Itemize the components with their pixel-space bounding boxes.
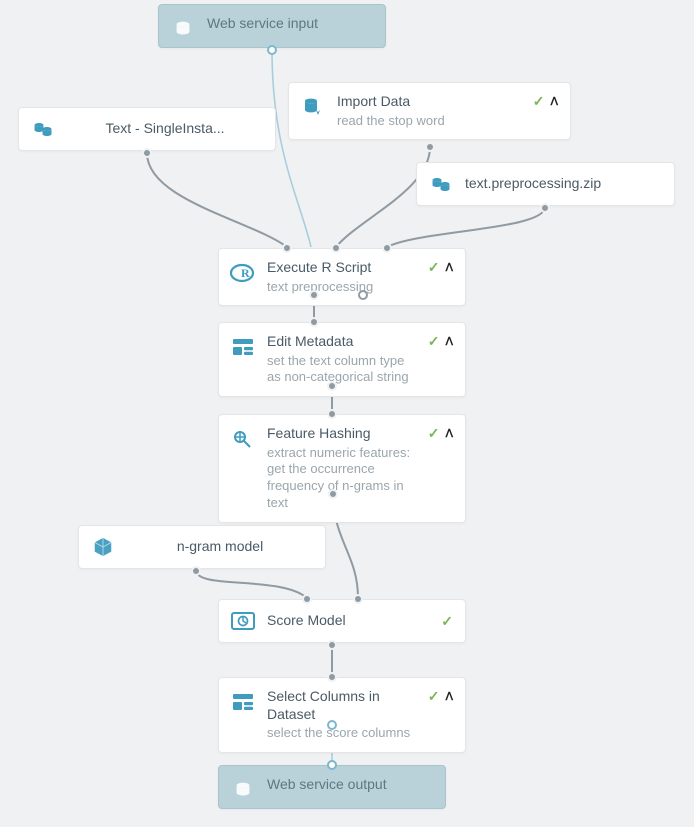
- node-title: Web service output: [267, 776, 433, 794]
- node-title: Import Data: [337, 93, 525, 111]
- node-title: Score Model: [267, 612, 433, 630]
- status-check-icon: ✓: [428, 333, 440, 350]
- dataset-icon: [29, 115, 57, 143]
- feature-hashing-icon: [229, 425, 257, 453]
- port-editmeta-out[interactable]: [327, 381, 337, 391]
- port-execr-in2[interactable]: [331, 243, 341, 253]
- node-text-singleinstance[interactable]: Text - SingleInsta...: [18, 107, 276, 151]
- node-web-service-output[interactable]: Web service output: [218, 765, 446, 809]
- port-execr-in3[interactable]: [382, 243, 392, 253]
- port-text-single-out[interactable]: [142, 148, 152, 158]
- node-title: n-gram model: [127, 538, 313, 556]
- node-title: text.preprocessing.zip: [465, 175, 662, 193]
- collapse-chevron-icon[interactable]: ᐱ: [445, 690, 453, 703]
- node-text-preprocessing-zip[interactable]: text.preprocessing.zip: [416, 162, 675, 206]
- edit-metadata-icon: [229, 333, 257, 361]
- status-check-icon: ✓: [533, 93, 545, 110]
- score-model-icon: [229, 607, 257, 635]
- zip-dataset-icon: [427, 170, 455, 198]
- port-execr-out2[interactable]: [358, 290, 368, 300]
- port-feathash-out[interactable]: [328, 489, 338, 499]
- web-input-icon: [169, 15, 197, 43]
- node-edit-metadata[interactable]: Edit Metadata set the text column type a…: [218, 322, 466, 397]
- node-import-data[interactable]: Import Data read the stop word ✓ ᐱ: [288, 82, 571, 140]
- node-feature-hashing[interactable]: Feature Hashing extract numeric features…: [218, 414, 466, 523]
- collapse-chevron-icon[interactable]: ᐱ: [445, 261, 453, 274]
- web-output-icon: [229, 776, 257, 804]
- r-script-icon: R: [229, 259, 257, 287]
- node-score-model[interactable]: Score Model ✓: [218, 599, 466, 643]
- node-subtitle: select the score columns: [267, 725, 420, 742]
- database-download-icon: [299, 93, 327, 121]
- port-import-data-out[interactable]: [425, 142, 435, 152]
- port-execr-in1[interactable]: [282, 243, 292, 253]
- node-ngram-model[interactable]: n-gram model: [78, 525, 326, 569]
- node-execute-r-script[interactable]: R Execute R Script text preprocessing ✓ …: [218, 248, 466, 306]
- node-subtitle: read the stop word: [337, 113, 525, 130]
- port-selectcols-out-ws[interactable]: [327, 720, 337, 730]
- svg-text:R: R: [241, 266, 250, 280]
- port-execr-out1[interactable]: [309, 290, 319, 300]
- node-title: Select Columns in Dataset: [267, 688, 420, 723]
- collapse-chevron-icon[interactable]: ᐱ: [550, 95, 558, 108]
- node-title: Web service input: [207, 15, 373, 33]
- status-check-icon: ✓: [428, 688, 440, 705]
- port-score-out[interactable]: [327, 640, 337, 650]
- node-title: Feature Hashing: [267, 425, 420, 443]
- collapse-chevron-icon[interactable]: ᐱ: [445, 427, 453, 440]
- port-web-input-out[interactable]: [267, 45, 277, 55]
- node-subtitle: set the text column type as non-categori…: [267, 353, 420, 387]
- port-score-in2[interactable]: [353, 594, 363, 604]
- port-web-output-in[interactable]: [327, 760, 337, 770]
- status-check-icon: ✓: [441, 613, 453, 630]
- port-editmeta-in[interactable]: [309, 317, 319, 327]
- node-web-service-input[interactable]: Web service input: [158, 4, 386, 48]
- collapse-chevron-icon[interactable]: ᐱ: [445, 335, 453, 348]
- node-subtitle: text preprocessing: [267, 279, 420, 296]
- node-subtitle: extract numeric features: get the occurr…: [267, 445, 420, 513]
- status-check-icon: ✓: [428, 259, 440, 276]
- port-feathash-in[interactable]: [327, 409, 337, 419]
- select-columns-icon: [229, 688, 257, 716]
- model-cube-icon: [89, 533, 117, 561]
- port-score-in1[interactable]: [302, 594, 312, 604]
- port-selectcols-in[interactable]: [327, 672, 337, 682]
- node-title: Execute R Script: [267, 259, 420, 277]
- node-title: Edit Metadata: [267, 333, 420, 351]
- node-title: Text - SingleInsta...: [67, 120, 263, 138]
- port-ngram-out[interactable]: [191, 566, 201, 576]
- node-select-columns[interactable]: Select Columns in Dataset select the sco…: [218, 677, 466, 753]
- status-check-icon: ✓: [428, 425, 440, 442]
- port-zip-out[interactable]: [540, 203, 550, 213]
